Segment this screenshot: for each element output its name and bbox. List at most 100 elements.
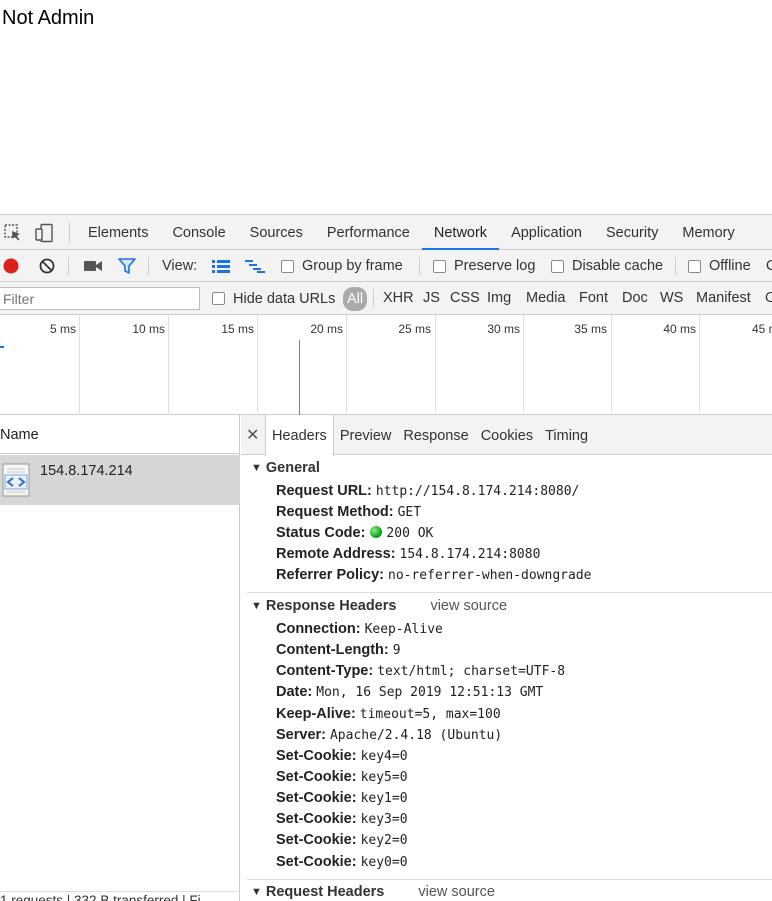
offline-checkbox[interactable]: Offline [688,250,751,282]
header-value: Mon, 16 Sep 2019 12:51:13 GMT [316,685,544,700]
filter-type-css[interactable]: CSS [450,282,480,315]
tab-sources[interactable]: Sources [238,215,315,250]
checkbox-box[interactable] [688,259,701,273]
tab-performance[interactable]: Performance [315,215,422,250]
header-value: 154.8.174.214:8080 [399,547,541,562]
network-summary-status: 1 requests | 332 B transferred | Fi [0,891,240,901]
tab-preview[interactable]: Preview [334,415,398,455]
timeline-tick-label: 10 ms [132,322,165,336]
general-section-title: General [265,460,320,476]
tab-security[interactable]: Security [594,215,670,250]
filter-type-media[interactable]: Media [526,282,566,315]
disable-cache-checkbox[interactable]: Disable cache [551,250,663,282]
page-body-text: Not Admin [2,7,95,29]
header-key: Keep-Alive: [276,706,356,722]
request-detail-pane: ✕ Headers Preview Response Cookies Timin… [241,415,772,901]
detail-tab-row: Headers Preview Response Cookies Timing [265,415,594,456]
devtools-tabs: Elements Console Sources Performance Net… [76,215,747,250]
waterfall-overview-icon[interactable] [245,259,265,273]
header-row: Content-Length: 9 [276,642,401,658]
expand-triangle-icon: ▼ [251,886,262,898]
header-row: Server: Apache/2.4.18 (Ubuntu) [276,727,502,743]
header-value: key1=0 [360,791,408,806]
response-view-source-link[interactable]: view source [430,598,507,614]
clear-icon[interactable] [38,257,56,275]
filter-type-ws[interactable]: WS [660,282,683,315]
request-headers-section-toggle[interactable]: ▼ Request Headers view source [251,884,495,900]
checkbox-box[interactable] [551,259,564,273]
header-key: Set-Cookie: [276,811,357,827]
header-key: Set-Cookie: [276,748,357,764]
hide-data-urls-checkbox[interactable]: Hide data URLs [212,282,335,315]
throttling-dropdown[interactable]: O [766,250,772,282]
header-value: key0=0 [360,855,408,870]
name-column-header[interactable]: Name [0,415,240,454]
filter-type-other[interactable]: O [765,282,772,315]
header-value: key3=0 [360,812,408,827]
timeline-tick-label: 5 ms [49,322,76,336]
filter-type-font[interactable]: Font [579,282,608,315]
tab-headers[interactable]: Headers [265,415,334,456]
header-value: key4=0 [360,749,408,764]
filter-funnel-icon[interactable] [118,258,136,274]
filter-type-manifest[interactable]: Manifest [696,282,751,315]
timeline-gridline [257,315,258,415]
tab-timing[interactable]: Timing [539,415,594,455]
header-key: Referrer Policy: [276,567,384,583]
tab-memory[interactable]: Memory [670,215,746,250]
tab-console[interactable]: Console [160,215,237,250]
inspect-element-icon[interactable] [3,223,23,243]
offline-label: Offline [709,258,751,274]
checkbox-box[interactable] [281,259,294,273]
record-icon[interactable] [2,257,20,275]
response-headers-title: Response Headers [265,598,397,614]
header-key: Status Code: [276,525,366,541]
screenshot-camera-icon[interactable] [83,259,103,273]
general-section-toggle[interactable]: ▼ General [251,460,320,476]
timeline-gridline [523,315,524,415]
tab-application[interactable]: Application [499,215,594,250]
expand-triangle-icon: ▼ [251,600,262,612]
checkbox-box[interactable] [433,259,446,273]
filter-type-xhr[interactable]: XHR [383,282,414,315]
large-rows-icon[interactable] [212,259,230,273]
header-row: Remote Address: 154.8.174.214:8080 [276,546,540,562]
header-value: Apache/2.4.18 (Ubuntu) [329,728,503,743]
filter-input[interactable] [0,287,200,310]
request-name: 154.8.174.214 [40,463,133,479]
filter-type-js[interactable]: JS [423,282,440,315]
response-headers-section-toggle[interactable]: ▼ Response Headers view source [251,598,507,614]
request-list-pane: Name 154.8.174.214 1 requests | 332 B tr… [0,415,240,901]
header-row: Connection: Keep-Alive [276,621,443,637]
header-key: Server: [276,727,326,743]
request-row[interactable]: 154.8.174.214 [0,455,240,505]
device-toolbar-icon[interactable] [34,223,54,243]
header-value: http://154.8.174.214:8080/ [375,484,580,499]
timeline-gridline [699,315,700,415]
tab-cookies[interactable]: Cookies [475,415,539,455]
request-headers-title: Request Headers [265,884,385,900]
network-overview-timeline[interactable]: 5 ms 10 ms 15 ms 20 ms 25 ms 30 ms 35 ms… [0,315,772,415]
checkbox-box[interactable] [212,292,225,305]
toolbar-divider [373,289,374,307]
timeline-gridline [168,315,169,415]
header-row: Request URL: http://154.8.174.214:8080/ [276,483,579,499]
close-icon[interactable]: ✕ [246,425,259,445]
preserve-log-checkbox[interactable]: Preserve log [433,250,535,282]
timeline-tick-label: 15 ms [221,322,254,336]
tab-network[interactable]: Network [421,215,500,250]
tab-elements[interactable]: Elements [76,215,160,250]
header-key: Request URL: [276,483,372,499]
filter-type-doc[interactable]: Doc [622,282,648,315]
group-by-frame-checkbox[interactable]: Group by frame [281,250,403,282]
tab-response[interactable]: Response [397,415,474,455]
header-key: Content-Length: [276,642,389,658]
header-value: Keep-Alive [364,622,443,637]
filter-type-img[interactable]: Img [487,282,511,315]
timeline-gridline [346,315,347,415]
header-key: Set-Cookie: [276,790,357,806]
header-row: Set-Cookie: key2=0 [276,832,408,848]
filter-type-all[interactable]: All [343,287,368,311]
group-by-frame-label: Group by frame [302,258,403,274]
request-view-source-link[interactable]: view source [418,884,495,900]
